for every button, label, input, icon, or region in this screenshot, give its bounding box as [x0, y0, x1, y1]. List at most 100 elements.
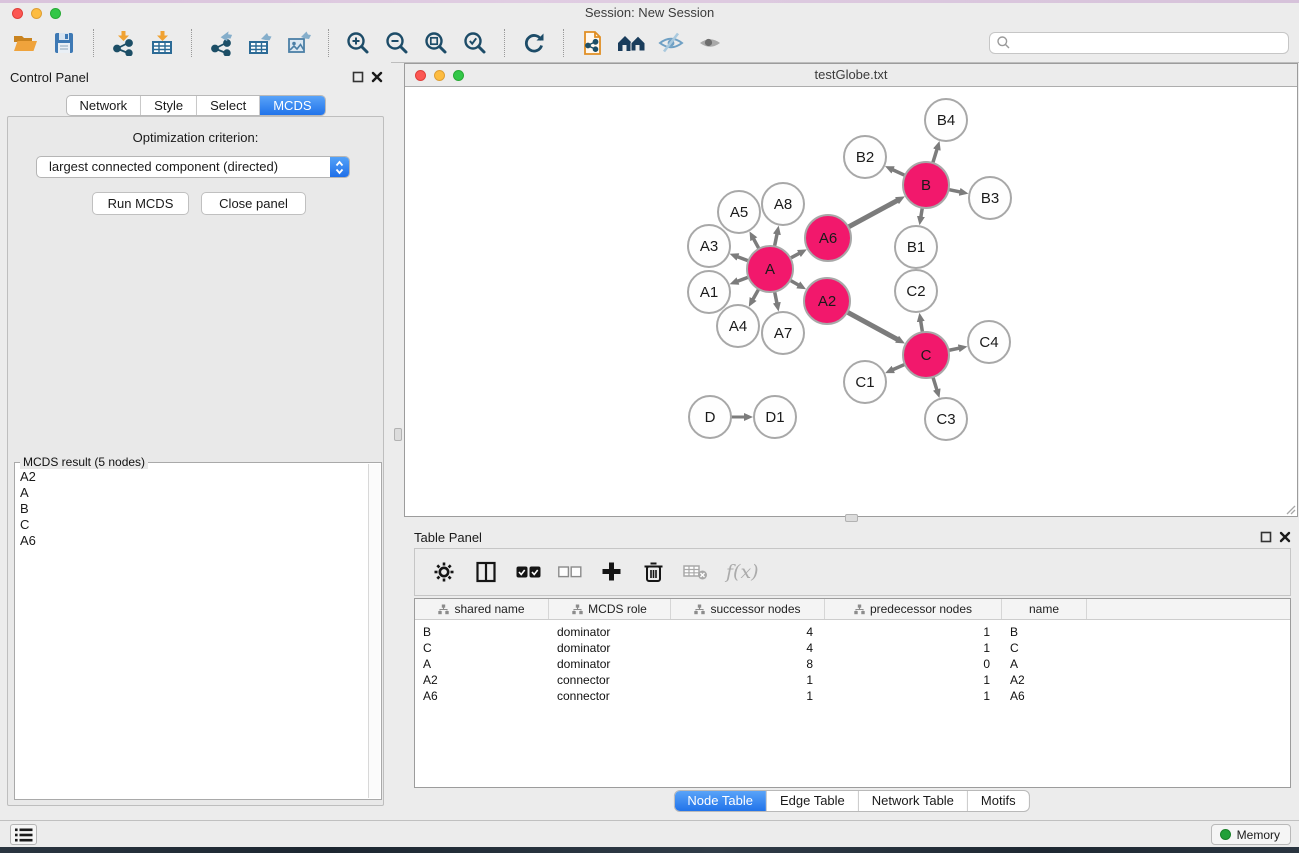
column-header-shared-name[interactable]: shared name — [415, 599, 549, 619]
tab-network[interactable]: Network — [66, 96, 141, 115]
float-panel-icon[interactable] — [1260, 531, 1272, 543]
network-canvas[interactable]: AA6A2BCA5A8A3A1A4A7B2B4B3B1C2C4C1C3DD1 — [405, 88, 1297, 516]
deselect-all-icon[interactable] — [558, 564, 582, 580]
export-table-icon[interactable] — [245, 28, 275, 58]
eye-slash-icon[interactable] — [656, 28, 686, 58]
table-row[interactable]: A2connector11A2 — [415, 672, 1290, 688]
table-panel-title: Table Panel — [414, 530, 482, 545]
table-row[interactable]: Bdominator41B — [415, 624, 1290, 640]
network-zoom-button[interactable] — [453, 70, 464, 81]
graph-node-label-A1: A1 — [700, 284, 718, 301]
gear-icon[interactable] — [432, 559, 457, 585]
save-icon[interactable] — [49, 28, 79, 58]
graph-edge-A-A1[interactable] — [738, 277, 749, 281]
table-row[interactable]: Adominator80A — [415, 656, 1290, 672]
memory-button[interactable]: Memory — [1211, 824, 1291, 845]
shared-column-icon — [438, 604, 449, 615]
delete-table-icon[interactable] — [683, 562, 709, 582]
column-header-predecessor-nodes[interactable]: predecessor nodes — [825, 599, 1002, 619]
run-mcds-button[interactable]: Run MCDS — [92, 192, 189, 215]
result-item[interactable]: A6 — [20, 533, 363, 549]
graph-edge-B-B3[interactable] — [949, 190, 961, 192]
result-scrollbar[interactable] — [368, 464, 380, 798]
document-network-icon[interactable] — [578, 28, 608, 58]
column-header-successor-nodes[interactable]: successor nodes — [671, 599, 825, 619]
column-header-name[interactable]: name — [1002, 599, 1087, 619]
table-row[interactable]: Cdominator41C — [415, 640, 1290, 656]
close-window-button[interactable] — [12, 8, 23, 19]
graph-edge-A6-B[interactable] — [848, 200, 897, 227]
zoom-fit-icon[interactable] — [421, 28, 451, 58]
add-icon[interactable] — [599, 559, 624, 585]
table-cell: A6 — [1002, 689, 1087, 703]
float-panel-icon[interactable] — [352, 71, 364, 83]
graph-node-label-A8: A8 — [774, 196, 792, 213]
columns-icon[interactable] — [474, 559, 499, 585]
zoom-window-button[interactable] — [50, 8, 61, 19]
search-field[interactable] — [989, 32, 1289, 54]
tab-motifs[interactable]: Motifs — [968, 791, 1029, 811]
table-cell: 1 — [825, 625, 1002, 639]
graph-edge-A-A6[interactable] — [790, 253, 799, 258]
minimize-window-button[interactable] — [31, 8, 42, 19]
graph-edge-A-A4[interactable] — [753, 289, 759, 299]
task-history-button[interactable] — [10, 824, 37, 845]
tab-select[interactable]: Select — [197, 96, 260, 115]
houses-icon[interactable] — [617, 28, 647, 58]
graph-edge-B-B2[interactable] — [893, 170, 905, 176]
graph-edge-C-C3[interactable] — [933, 377, 937, 390]
import-network-icon[interactable] — [108, 28, 138, 58]
graph-edge-B-B4[interactable] — [933, 149, 937, 163]
tab-node-table[interactable]: Node Table — [674, 791, 767, 811]
network-window-titlebar: testGlobe.txt — [405, 64, 1297, 87]
graph-edge-A-A2[interactable] — [790, 280, 799, 285]
column-header-mcds-role[interactable]: MCDS role — [549, 599, 671, 619]
node-table-header: shared name MCDS role successor — [415, 599, 1290, 620]
optimization-criterion-label: Optimization criterion: — [0, 130, 391, 145]
graph-edge-A-A8[interactable] — [775, 234, 778, 247]
import-table-icon[interactable] — [147, 28, 177, 58]
resize-handle[interactable] — [1284, 503, 1296, 515]
close-panel-button[interactable]: Close panel — [201, 192, 306, 215]
table-cell: 8 — [671, 657, 825, 671]
search-input[interactable] — [1011, 34, 1282, 52]
close-panel-icon[interactable] — [371, 71, 383, 83]
graph-edge-B-B1[interactable] — [921, 208, 922, 217]
graph-edge-C-C2[interactable] — [921, 321, 923, 332]
graph-edge-A-A7[interactable] — [775, 292, 777, 304]
optimization-criterion-select[interactable]: largest connected component (directed) — [36, 156, 350, 178]
graph-edge-A2-C[interactable] — [847, 312, 897, 339]
vertical-splitter-grip[interactable] — [394, 428, 402, 441]
trash-icon[interactable] — [641, 559, 666, 585]
export-image-icon[interactable] — [284, 28, 314, 58]
graph-edge-C-C4[interactable] — [949, 348, 960, 350]
table-row[interactable]: A6connector11A6 — [415, 688, 1290, 704]
table-cell: A2 — [415, 673, 549, 687]
open-folder-icon[interactable] — [10, 28, 40, 58]
select-all-icon[interactable] — [516, 564, 541, 580]
tab-mcds[interactable]: MCDS — [260, 96, 324, 115]
close-panel-icon[interactable] — [1279, 531, 1291, 543]
result-item[interactable]: C — [20, 517, 363, 533]
result-item[interactable]: B — [20, 501, 363, 517]
control-panel-title: Control Panel — [10, 70, 89, 85]
function-builder-icon[interactable]: f(x) — [726, 561, 759, 583]
horizontal-splitter-grip[interactable] — [845, 514, 858, 522]
zoom-in-icon[interactable] — [343, 28, 373, 58]
export-network-icon[interactable] — [206, 28, 236, 58]
eye-icon[interactable] — [695, 28, 725, 58]
result-item[interactable]: A2 — [20, 469, 363, 485]
zoom-selected-icon[interactable] — [460, 28, 490, 58]
tab-edge-table[interactable]: Edge Table — [767, 791, 859, 811]
network-minimize-button[interactable] — [434, 70, 445, 81]
zoom-out-icon[interactable] — [382, 28, 412, 58]
graph-edge-C-C1[interactable] — [893, 364, 905, 369]
tab-style[interactable]: Style — [141, 96, 197, 115]
tab-network-table[interactable]: Network Table — [859, 791, 968, 811]
graph-edge-A-A5[interactable] — [754, 239, 759, 249]
graph-edge-A-A3[interactable] — [738, 257, 749, 261]
refresh-icon[interactable] — [519, 28, 549, 58]
result-item[interactable]: A — [20, 485, 363, 501]
table-cell: A — [415, 657, 549, 671]
network-close-button[interactable] — [415, 70, 426, 81]
